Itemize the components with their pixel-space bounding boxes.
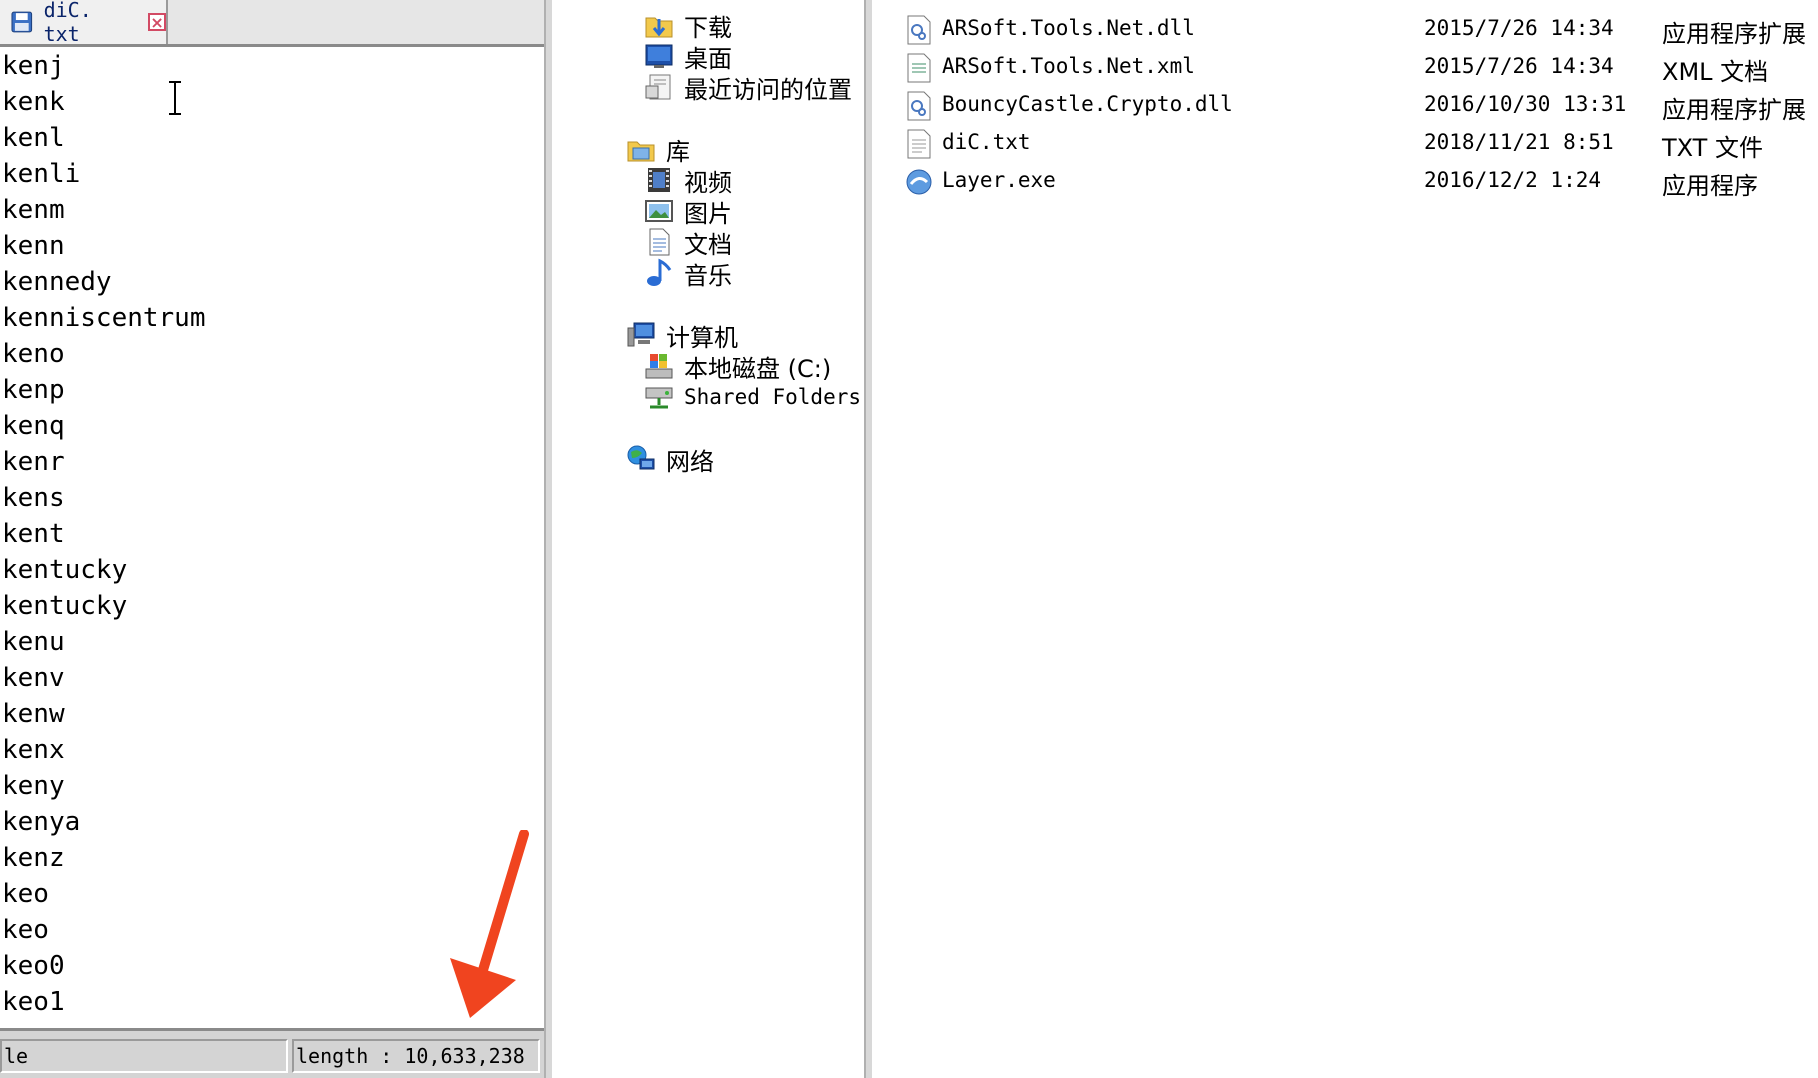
close-tab-icon[interactable]: × [148,13,166,31]
nav-label: 桌面 [684,44,732,73]
text-line: keny [2,771,65,801]
text-line: kennedy [2,267,112,297]
file-type: 应用程序 [1662,172,1758,200]
video-icon [648,168,670,192]
nav-label: 网络 [666,447,714,476]
nav-item-network[interactable]: 网络 [626,442,714,476]
nav-item-videos[interactable]: 视频 [644,163,732,197]
text-line: kenu [2,627,65,657]
status-bar: le length : 10,633,238 [0,1028,544,1078]
nav-item-shared-folders[interactable]: Shared Folders (\\ [644,380,864,414]
nav-label: 计算机 [666,323,738,352]
status-length: length : 10,633,238 [292,1039,540,1073]
file-name: BouncyCastle.Crypto.dll [942,92,1233,116]
text-line: kenm [2,195,65,225]
dll-file-icon [907,15,931,45]
pane-splitter[interactable] [544,0,552,1078]
file-name: ARSoft.Tools.Net.dll [942,16,1195,40]
file-type: 应用程序扩展 [1662,20,1806,48]
text-line: kenv [2,663,65,693]
nav-label: 图片 [684,199,732,228]
library-icon [627,141,655,162]
nav-item-local-disk-c[interactable]: 本地磁盘 (C:) [644,349,831,383]
nav-label: 库 [666,137,690,166]
text-line: kenp [2,375,65,405]
file-name: ARSoft.Tools.Net.xml [942,54,1195,78]
network-drive-icon [645,387,673,409]
text-line: kenniscentrum [2,303,206,333]
file-list: ARSoft.Tools.Net.dll 2015/7/26 14:34 应用程… [872,0,1818,1078]
file-date: 2016/10/30 13:31 [1424,92,1627,116]
file-date: 2015/7/26 14:34 [1424,16,1614,40]
file-date: 2018/11/21 8:51 [1424,130,1614,154]
file-name: Layer.exe [942,168,1056,192]
download-folder-icon [645,17,673,38]
file-row[interactable]: Layer.exe 2016/12/2 1:24 应用程序 [872,162,1818,202]
annotation-arrow-icon [450,830,529,1018]
file-type: TXT 文件 [1662,134,1763,162]
nav-label: 文档 [684,230,732,259]
file-type: 应用程序扩展 [1662,96,1806,124]
tab-bar: diC. txt × [0,0,544,47]
tab-label: diC. txt [43,0,92,46]
nav-item-libraries[interactable]: 库 [626,132,690,166]
tab-dic-txt[interactable]: diC. txt × [0,0,168,46]
network-icon [627,445,655,470]
text-line: kentucky [2,555,128,585]
nav-label: 下载 [684,13,732,42]
text-editor-pane: diC. txt × kenj kenk kenl kenli kenm ken… [0,0,544,1078]
nav-label: 音乐 [684,261,732,290]
text-line: kenn [2,231,65,261]
nav-label: 视频 [684,168,732,197]
exe-file-icon [906,169,932,195]
text-line: kent [2,519,65,549]
music-icon [647,258,672,286]
file-name: diC.txt [942,130,1031,154]
xml-file-icon [907,53,931,83]
file-row[interactable]: ARSoft.Tools.Net.xml 2015/7/26 14:34 XML… [872,48,1818,88]
text-line: kenli [2,159,81,189]
text-line: kenq [2,411,65,441]
file-date: 2015/7/26 14:34 [1424,54,1614,78]
file-type: XML 文档 [1662,58,1769,86]
text-line: kenl [2,123,65,153]
file-row[interactable]: diC.txt 2018/11/21 8:51 TXT 文件 [872,124,1818,164]
status-file-type: le [0,1039,288,1073]
text-line: kens [2,483,65,513]
nav-label: Shared Folders (\\ [684,385,864,409]
nav-label: 最近访问的位置 [684,75,852,104]
text-line: kenk [2,87,65,117]
dll-file-icon [907,91,931,121]
pane-splitter[interactable] [864,0,872,1078]
nav-label: 本地磁盘 (C:) [684,354,832,383]
text-line: kenj [2,51,65,81]
nav-item-computer[interactable]: 计算机 [626,318,738,352]
text-line: kenr [2,447,65,477]
text-line: kentucky [2,591,128,621]
text-cursor-icon [169,81,181,115]
nav-item-downloads[interactable]: 下载 [644,8,732,42]
txt-file-icon [907,129,931,159]
text-line: kenw [2,699,65,729]
local-disk-icon [645,354,673,379]
nav-item-documents[interactable]: 文档 [644,225,732,259]
nav-item-recent-places[interactable]: 最近访问的位置 [644,70,852,104]
nav-item-music[interactable]: 音乐 [644,256,732,290]
computer-icon [627,322,655,347]
desktop-icon [645,44,673,68]
text-line: kenx [2,735,65,765]
navigation-pane: 下载 桌面 最近访问的位置 库 视频 图片 文档 音乐 计算机 本地磁盘 (C:… [552,0,864,1078]
text-line: keno [2,339,65,369]
documents-icon [649,228,670,256]
nav-item-pictures[interactable]: 图片 [644,194,732,228]
file-row[interactable]: BouncyCastle.Crypto.dll 2016/10/30 13:31… [872,86,1818,126]
pictures-icon [645,200,673,222]
recent-places-icon [645,74,671,100]
file-row[interactable]: ARSoft.Tools.Net.dll 2015/7/26 14:34 应用程… [872,10,1818,50]
file-date: 2016/12/2 1:24 [1424,168,1602,192]
floppy-disk-icon [11,11,33,33]
nav-item-desktop[interactable]: 桌面 [644,39,732,73]
